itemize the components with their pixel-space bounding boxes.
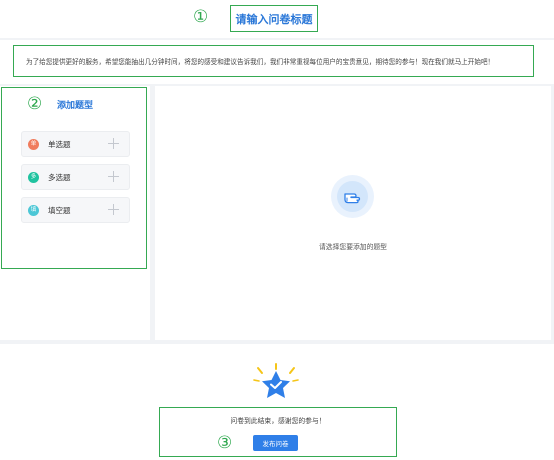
survey-end-message: 问卷到此结束，感谢您的参与！ <box>230 417 326 425</box>
plus-icon[interactable] <box>108 171 119 182</box>
plus-icon[interactable] <box>108 204 119 215</box>
checkbox-type-icon: 多 <box>28 171 39 183</box>
question-type-single-choice[interactable]: 单 单选题 <box>21 131 130 157</box>
question-type-fill-blank[interactable]: 填 填空题 <box>21 197 130 223</box>
radio-type-icon: 单 <box>28 138 39 150</box>
survey-title-box[interactable]: 请输入问卷标题 <box>230 5 318 32</box>
publish-survey-button[interactable]: 发布问卷 <box>253 435 298 451</box>
annotation-marker-2: ② <box>27 94 43 114</box>
add-question-hint: 请选择您要添加的题型 <box>319 243 387 251</box>
pointing-hand-icon <box>337 181 368 212</box>
plus-icon[interactable] <box>108 138 119 149</box>
question-type-multi-choice[interactable]: 多 多选题 <box>21 164 130 190</box>
question-type-label: 填空题 <box>48 205 71 215</box>
survey-title[interactable]: 请输入问卷标题 <box>236 11 313 27</box>
survey-description-box[interactable]: 为了给您提供更好的服务，希望您能抽出几分钟时间，将您的感受和建议告诉我们，我们非… <box>13 45 534 77</box>
annotation-marker-1: ① <box>193 7 209 27</box>
question-type-label: 单选题 <box>48 139 71 149</box>
annotation-marker-3: ③ <box>217 433 233 453</box>
question-type-label: 多选题 <box>48 172 71 182</box>
fill-blank-type-icon: 填 <box>28 204 39 216</box>
star-celebration-icon <box>248 362 304 404</box>
add-question-type-heading: 添加题型 <box>57 101 94 111</box>
survey-description[interactable]: 为了给您提供更好的服务，希望您能抽出几分钟时间，将您的感受和建议告诉我们，我们非… <box>26 56 494 66</box>
